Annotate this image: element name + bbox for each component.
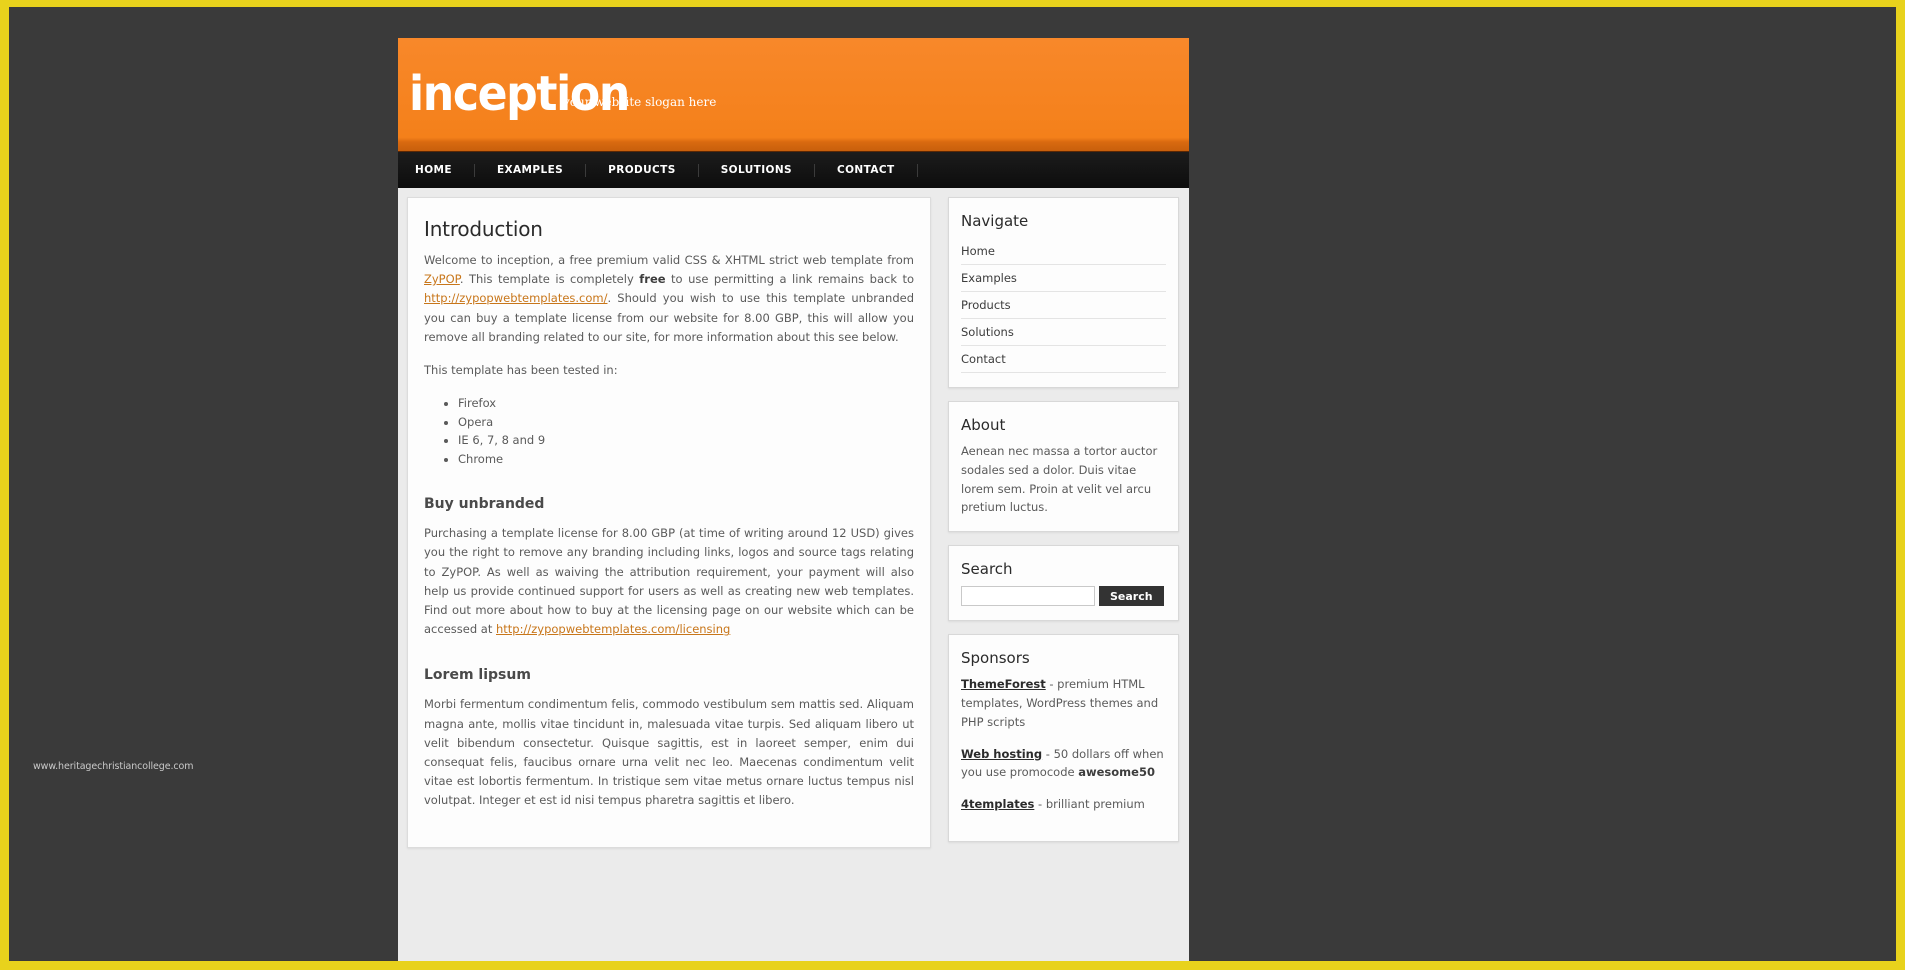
nav-item-examples[interactable]: EXAMPLES: [475, 163, 587, 177]
list-item: Opera: [458, 413, 914, 432]
themeforest-link[interactable]: ThemeForest: [961, 677, 1046, 691]
watermark-text: www.heritagechristiancollege.com: [33, 761, 194, 772]
nav-item-contact[interactable]: CONTACT: [815, 163, 918, 177]
desktop-screen: www.heritagechristiancollege.com incepti…: [0, 0, 1905, 970]
site-header: inception your website slogan here: [398, 38, 1189, 151]
about-widget: About Aenean nec massa a tortor auctor s…: [948, 401, 1179, 533]
navigate-list: Home Examples Products Solutions Contact: [961, 238, 1166, 373]
sidebar-item-home[interactable]: Home: [961, 238, 1166, 265]
licensing-link[interactable]: http://zypopwebtemplates.com/licensing: [496, 622, 730, 636]
intro-text-1: Welcome to inception, a free premium val…: [424, 253, 914, 267]
search-widget: Search Search: [948, 545, 1179, 622]
page-body: Introduction Welcome to inception, a fre…: [398, 188, 1189, 855]
intro-bold-free: free: [639, 272, 666, 287]
webhosting-link[interactable]: Web hosting: [961, 747, 1042, 761]
about-text: Aenean nec massa a tortor auctor sodales…: [961, 444, 1158, 515]
zypop-url-link[interactable]: http://zypopwebtemplates.com/: [424, 291, 607, 305]
navigate-widget: Navigate Home Examples Products Solution…: [948, 197, 1179, 388]
sponsors-title: Sponsors: [961, 649, 1030, 668]
search-title: Search: [961, 560, 1013, 579]
sidebar-item-solutions[interactable]: Solutions: [961, 319, 1166, 346]
search-input[interactable]: [961, 586, 1095, 607]
browser-list: Firefox Opera IE 6, 7, 8 and 9 Chrome: [424, 394, 914, 468]
sidebar-item-examples[interactable]: Examples: [961, 265, 1166, 292]
intro-paragraph: Welcome to inception, a free premium val…: [424, 251, 914, 347]
promocode-text: awesome50: [1078, 765, 1155, 780]
list-item: Firefox: [458, 394, 914, 413]
list-item: IE 6, 7, 8 and 9: [458, 431, 914, 450]
sidebar-item-contact[interactable]: Contact: [961, 346, 1166, 373]
sponsor-item-4templates: 4templates - brilliant premium: [961, 795, 1166, 814]
lorem-heading: Lorem lipsum: [424, 667, 531, 684]
nav-item-products[interactable]: PRODUCTS: [586, 163, 699, 177]
website-page: inception your website slogan here HOME …: [398, 38, 1189, 961]
intro-text-2: . This template is completely: [459, 272, 640, 287]
sponsor-item-themeforest: ThemeForest - premium HTML templates, Wo…: [961, 675, 1166, 731]
lorem-paragraph: Morbi fermentum condimentum felis, commo…: [424, 697, 914, 808]
main-navigation: HOME EXAMPLES PRODUCTS SOLUTIONS CONTACT: [398, 151, 1189, 188]
search-row: Search: [961, 586, 1166, 607]
sponsor-item-webhosting: Web hosting - 50 dollars off when you us…: [961, 745, 1166, 783]
zypop-link[interactable]: ZyPOP: [424, 272, 460, 286]
nav-item-home[interactable]: HOME: [407, 163, 475, 177]
sidebar: Navigate Home Examples Products Solution…: [948, 197, 1179, 855]
list-item: Chrome: [458, 450, 914, 469]
sidebar-item-products[interactable]: Products: [961, 292, 1166, 319]
nav-item-solutions[interactable]: SOLUTIONS: [699, 163, 815, 177]
intro-text-3: to use permitting a link remains back to: [665, 272, 915, 287]
sponsors-widget: Sponsors ThemeForest - premium HTML temp…: [948, 634, 1179, 842]
buy-text: Purchasing a template license for 8.00 G…: [424, 526, 914, 637]
navigate-title: Navigate: [961, 212, 1029, 230]
site-slogan: your website slogan here: [563, 95, 717, 109]
main-content: Introduction Welcome to inception, a fre…: [407, 197, 931, 848]
fourtemplates-desc: - brilliant premium: [1034, 797, 1145, 812]
page-title: Introduction: [424, 217, 543, 241]
buy-unbranded-paragraph: Purchasing a template license for 8.00 G…: [424, 524, 914, 639]
search-button[interactable]: Search: [1099, 586, 1164, 607]
fourtemplates-link[interactable]: 4templates: [961, 797, 1034, 811]
site-logo[interactable]: inception: [409, 70, 630, 118]
about-title: About: [961, 416, 1006, 434]
tested-intro: This template has been tested in:: [424, 363, 618, 378]
buy-unbranded-heading: Buy unbranded: [424, 496, 545, 513]
